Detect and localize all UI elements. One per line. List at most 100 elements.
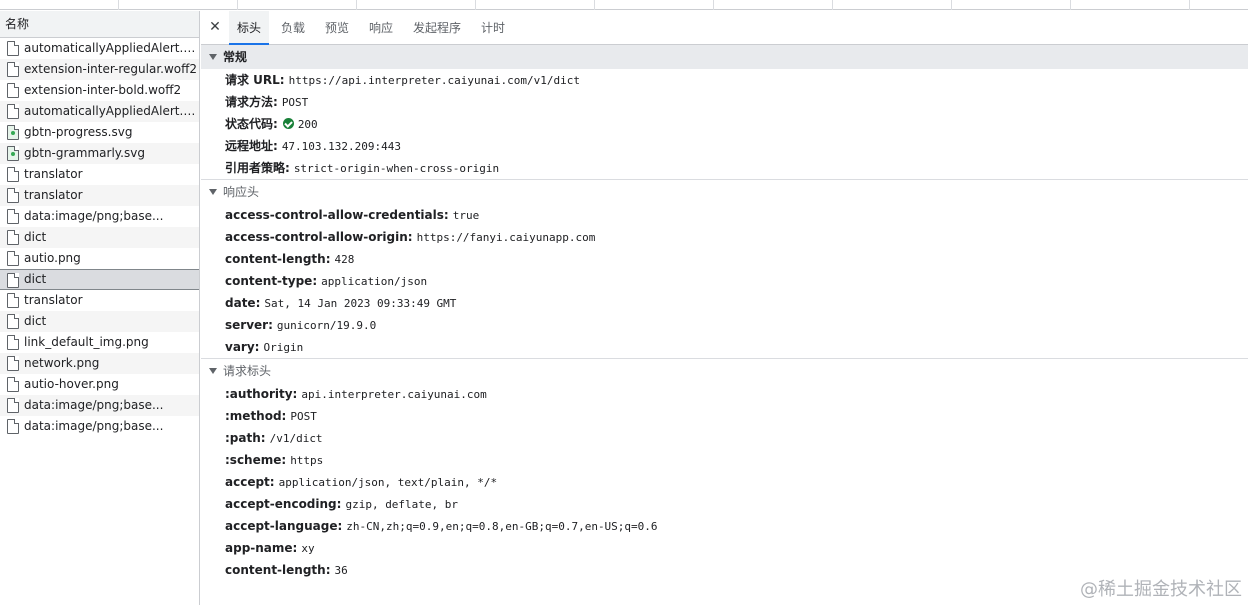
header-key: content-type:: [225, 274, 318, 288]
request-row[interactable]: dict: [0, 269, 199, 290]
header-value[interactable]: gzip, deflate, br: [345, 498, 458, 511]
request-row[interactable]: gbtn-grammarly.svg: [0, 143, 199, 164]
request-row[interactable]: translator: [0, 185, 199, 206]
request-detail-pane: ✕ 标头 负载 预览 响应 发起程序 计时 常规 请求 URL: https://…: [201, 11, 1248, 605]
header-value[interactable]: application/json, text/plain, */*: [279, 476, 498, 489]
header-key: date:: [225, 296, 261, 310]
request-row[interactable]: data:image/png;base...: [0, 416, 199, 437]
request-list: automaticallyAppliedAlert.styl... extensi…: [0, 38, 199, 437]
header-key: 请求方法:: [225, 95, 278, 109]
header-value[interactable]: strict-origin-when-cross-origin: [294, 162, 499, 175]
request-name: dict: [24, 272, 47, 286]
header-value[interactable]: application/json: [321, 275, 427, 288]
request-row[interactable]: dict: [0, 311, 199, 332]
header-row: server: gunicorn/19.9.0: [201, 314, 1248, 336]
green-check-icon: [282, 118, 294, 129]
header-value[interactable]: https://api.interpreter.caiyunai.com/v1/…: [289, 74, 580, 87]
image-file-icon: [7, 125, 19, 140]
request-row[interactable]: network.png: [0, 353, 199, 374]
expand-triangle-icon: [209, 368, 217, 374]
header-value[interactable]: POST: [290, 410, 317, 423]
header-value[interactable]: xy: [301, 542, 314, 555]
request-name: automaticallyAppliedAlert.co...: [24, 104, 199, 118]
header-row: accept-encoding: gzip, deflate, br: [201, 493, 1248, 515]
file-icon: [7, 41, 19, 56]
request-name: translator: [24, 293, 83, 307]
request-row[interactable]: gbtn-progress.svg: [0, 122, 199, 143]
request-row[interactable]: data:image/png;base...: [0, 206, 199, 227]
header-row: access-control-allow-credentials: true: [201, 204, 1248, 226]
header-value[interactable]: true: [453, 209, 480, 222]
request-row[interactable]: extension-inter-regular.woff2: [0, 59, 199, 80]
file-icon: [7, 314, 19, 329]
request-name: autio-hover.png: [24, 377, 119, 391]
top-strip-divider: [1189, 0, 1190, 10]
request-name: dict: [24, 230, 47, 244]
close-icon[interactable]: ✕: [207, 19, 223, 35]
request-name: gbtn-grammarly.svg: [24, 146, 145, 160]
tab-payload[interactable]: 负载: [281, 11, 305, 45]
top-strip-divider: [237, 0, 238, 10]
tab-headers[interactable]: 标头: [229, 11, 270, 45]
header-value[interactable]: 36: [335, 564, 348, 577]
request-row[interactable]: dict: [0, 227, 199, 248]
header-row: 远程地址: 47.103.132.209:443: [201, 135, 1248, 157]
request-name: data:image/png;base...: [24, 398, 164, 412]
tab-initiator[interactable]: 发起程序: [413, 11, 461, 45]
name-column-header[interactable]: 名称: [0, 11, 199, 38]
header-value[interactable]: 428: [335, 253, 355, 266]
request-row[interactable]: extension-inter-bold.woff2: [0, 80, 199, 101]
request-name: dict: [24, 314, 47, 328]
file-icon: [7, 377, 19, 392]
header-value[interactable]: gunicorn/19.9.0: [277, 319, 376, 332]
file-icon: [7, 209, 19, 224]
tab-timing[interactable]: 计时: [481, 11, 505, 45]
header-row: vary: Origin: [201, 336, 1248, 358]
header-value[interactable]: 200: [298, 118, 318, 131]
header-row: access-control-allow-origin: https://fany…: [201, 226, 1248, 248]
request-row[interactable]: automaticallyAppliedAlert.styl...: [0, 38, 199, 59]
request-list-pane: 名称 automaticallyAppliedAlert.styl... exte…: [0, 11, 200, 605]
response-headers-section: access-control-allow-credentials: true acc…: [201, 204, 1248, 358]
request-name: link_default_img.png: [24, 335, 149, 349]
header-value[interactable]: POST: [282, 96, 309, 109]
request-headers-section-header[interactable]: 请求标头: [201, 359, 1248, 383]
header-value[interactable]: Sat, 14 Jan 2023 09:33:49 GMT: [264, 297, 456, 310]
file-icon: [7, 273, 19, 288]
request-row[interactable]: translator: [0, 290, 199, 311]
request-row[interactable]: data:image/png;base...: [0, 395, 199, 416]
header-key: :path:: [225, 431, 266, 445]
request-row[interactable]: autio.png: [0, 248, 199, 269]
file-icon: [7, 356, 19, 371]
top-strip-divider: [356, 0, 357, 10]
general-section-header[interactable]: 常规: [201, 45, 1248, 69]
file-icon: [7, 104, 19, 119]
header-value[interactable]: zh-CN,zh;q=0.9,en;q=0.8,en-GB;q=0.7,en-U…: [346, 520, 657, 533]
header-row: 请求 URL: https://api.interpreter.caiyunai.…: [201, 69, 1248, 91]
response-headers-section-header[interactable]: 响应头: [201, 180, 1248, 204]
tab-response[interactable]: 响应: [369, 11, 393, 45]
request-row[interactable]: link_default_img.png: [0, 332, 199, 353]
header-value[interactable]: api.interpreter.caiyunai.com: [301, 388, 486, 401]
header-key: content-length:: [225, 252, 331, 266]
header-key: 远程地址:: [225, 139, 278, 153]
request-row[interactable]: translator: [0, 164, 199, 185]
header-value[interactable]: https: [290, 454, 323, 467]
header-value[interactable]: /v1/dict: [270, 432, 323, 445]
header-value[interactable]: Origin: [263, 341, 303, 354]
header-row: :method: POST: [201, 405, 1248, 427]
header-value[interactable]: 47.103.132.209:443: [282, 140, 401, 153]
request-name: extension-inter-bold.woff2: [24, 83, 182, 97]
header-key: 状态代码:: [225, 117, 278, 131]
request-row[interactable]: automaticallyAppliedAlert.co...: [0, 101, 199, 122]
request-name: data:image/png;base...: [24, 209, 164, 223]
request-row[interactable]: autio-hover.png: [0, 374, 199, 395]
header-row: 状态代码: 200: [201, 113, 1248, 135]
header-value[interactable]: https://fanyi.caiyunapp.com: [417, 231, 596, 244]
tab-preview[interactable]: 预览: [325, 11, 349, 45]
top-strip-divider: [475, 0, 476, 10]
file-icon: [7, 83, 19, 98]
header-row: 引用者策略: strict-origin-when-cross-origin: [201, 157, 1248, 179]
top-strip-divider: [594, 0, 595, 10]
header-row: :path: /v1/dict: [201, 427, 1248, 449]
